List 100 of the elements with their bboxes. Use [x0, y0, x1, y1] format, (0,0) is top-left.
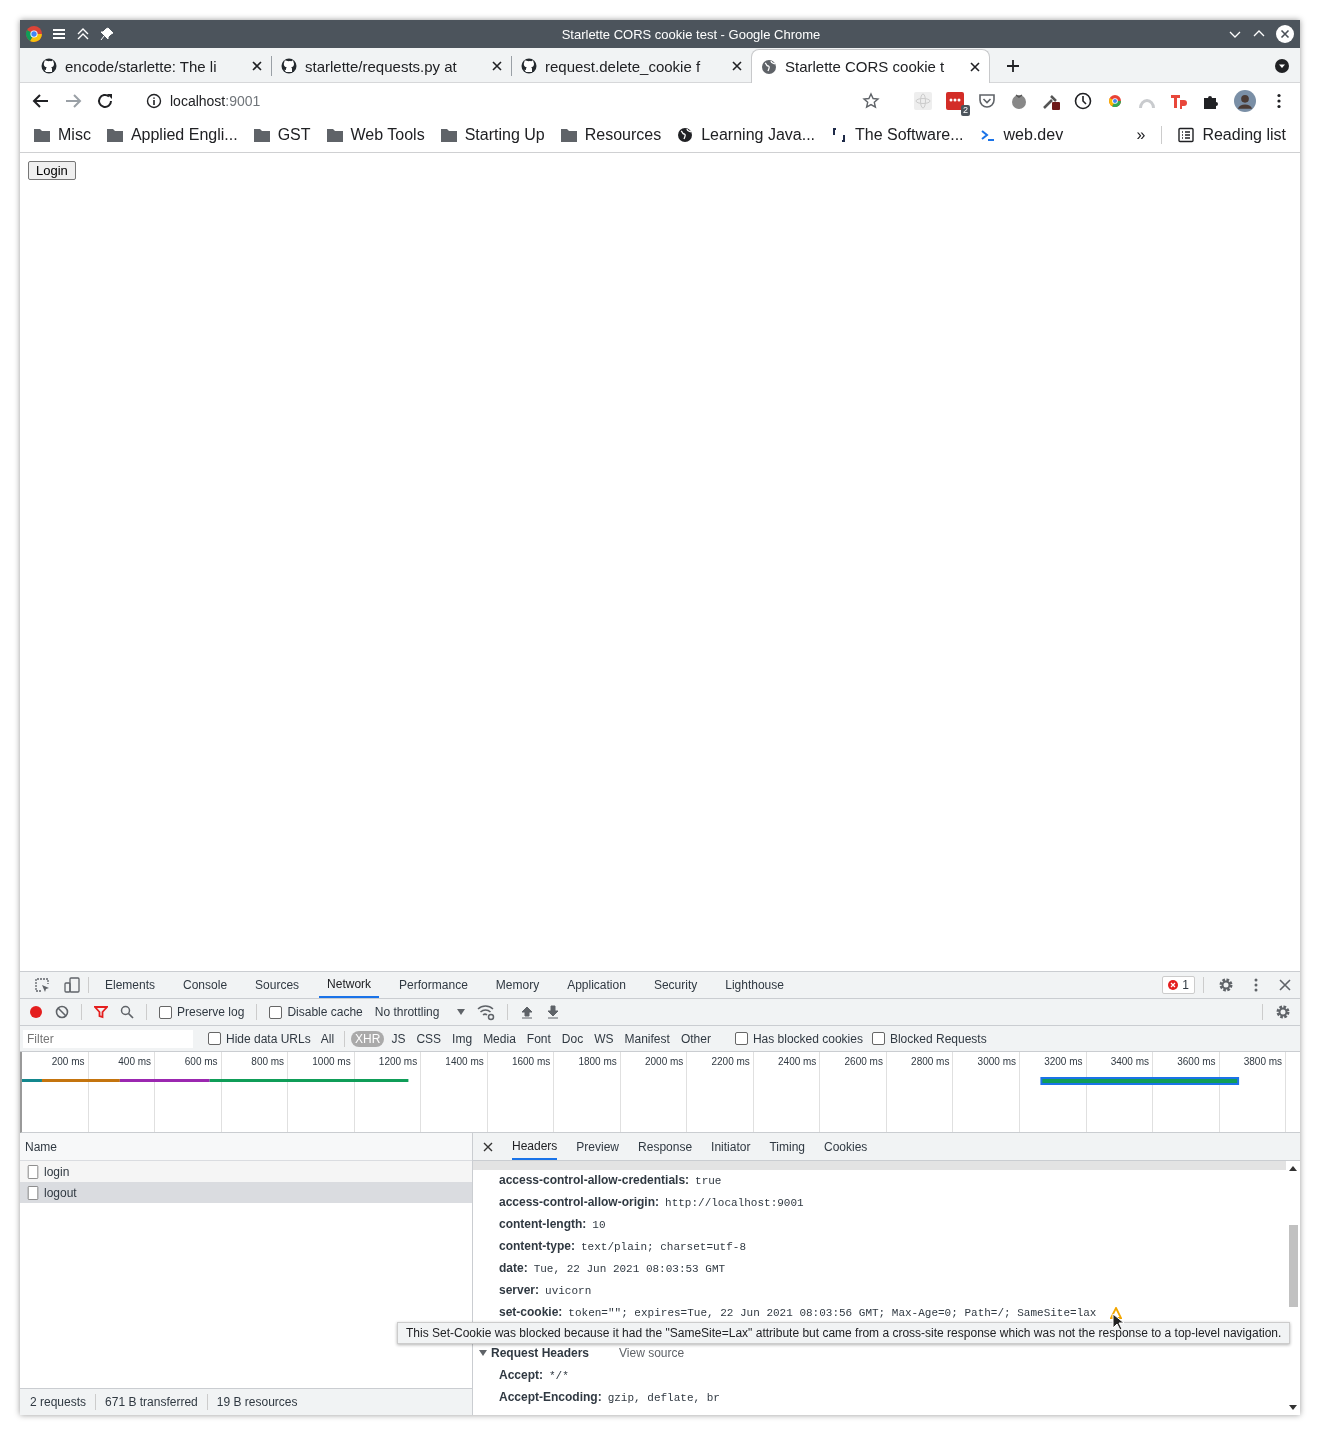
throttling-dropdown[interactable]: No throttling — [374, 1005, 466, 1019]
bookmark[interactable]: Misc — [34, 126, 91, 144]
bookmark[interactable]: The Software... — [831, 126, 964, 144]
upload-icon[interactable] — [520, 1005, 535, 1019]
header-name: content-type: — [499, 1238, 575, 1255]
close-icon[interactable] — [252, 61, 262, 71]
time-tick-label: 3800 ms — [1243, 1056, 1283, 1068]
hide-data-urls-checkbox[interactable]: Hide data URLs — [208, 1031, 311, 1046]
bookmark[interactable]: Web Tools — [326, 126, 425, 144]
bookmark[interactable]: Learning Java... — [677, 126, 816, 144]
wifi-settings-icon[interactable] — [477, 1003, 496, 1021]
inspect-icon[interactable] — [34, 977, 50, 993]
reading-list-button[interactable]: Reading list — [1178, 126, 1286, 144]
devtools-tab[interactable]: Sources — [247, 972, 308, 998]
settings-icon[interactable] — [1275, 1004, 1291, 1020]
scroll-down-icon[interactable] — [1289, 1403, 1297, 1411]
device-icon[interactable] — [64, 977, 80, 993]
detail-tab[interactable]: Cookies — [824, 1133, 868, 1160]
filter-icon[interactable] — [94, 1005, 108, 1019]
close-icon[interactable] — [732, 61, 742, 71]
type-filter[interactable]: WS — [590, 1030, 618, 1047]
filter-field[interactable]: Filter — [23, 1029, 193, 1048]
time-tick-label: 2600 ms — [844, 1056, 883, 1068]
star-icon[interactable] — [862, 91, 880, 110]
section-title[interactable]: Request Headers — [491, 1346, 590, 1360]
devtools-tab[interactable]: Memory — [487, 972, 548, 998]
bookmark[interactable]: GST — [253, 126, 311, 144]
address-bar[interactable]: localhost:9001 — [128, 86, 848, 115]
type-filter[interactable]: Font — [522, 1030, 555, 1047]
password-manager-icon[interactable] — [946, 91, 964, 110]
column-header[interactable]: Name — [25, 1139, 57, 1154]
time-tick-label: 3600 ms — [1177, 1056, 1216, 1068]
devtools-tab[interactable]: Security — [645, 972, 706, 998]
pin-icon[interactable] — [100, 27, 114, 41]
detail-tab[interactable]: Timing — [769, 1133, 805, 1160]
search-icon[interactable] — [120, 1005, 134, 1019]
bookmark[interactable]: Resources — [560, 126, 662, 144]
tab-search-icon[interactable] — [1274, 58, 1290, 74]
devtools-tab[interactable]: Performance — [391, 972, 476, 998]
double-chevron-up-icon[interactable] — [76, 27, 90, 41]
detail-tab[interactable]: Initiator — [711, 1133, 751, 1160]
type-filter[interactable]: CSS — [412, 1030, 446, 1047]
type-filter[interactable]: JS — [387, 1030, 410, 1047]
type-filter[interactable]: Other — [676, 1030, 715, 1047]
devtools-tab[interactable]: Elements — [97, 972, 164, 998]
bookmark[interactable]: web.dev — [979, 126, 1064, 144]
type-filter[interactable]: Manifest — [620, 1030, 674, 1047]
menu-icon[interactable] — [52, 27, 66, 41]
login-button[interactable]: Login — [28, 161, 76, 180]
detail-tab[interactable]: Response — [638, 1133, 693, 1160]
browser-tab[interactable]: Starlette CORS cookie t — [751, 49, 990, 83]
disable-cache-checkbox[interactable]: Disable cache — [269, 1005, 363, 1019]
scroll-up-icon[interactable] — [1289, 1165, 1297, 1173]
close-icon[interactable] — [1276, 25, 1294, 43]
close-icon[interactable] — [970, 61, 980, 72]
expand-arrow-icon[interactable] — [479, 1349, 487, 1357]
type-filter[interactable]: Doc — [557, 1030, 588, 1047]
header-name: Accept-Encoding: — [499, 1389, 602, 1406]
type-filter[interactable]: All — [316, 1030, 339, 1047]
type-filter[interactable]: Img — [448, 1030, 477, 1047]
clear-icon[interactable] — [55, 1005, 69, 1019]
close-icon[interactable] — [483, 1141, 493, 1152]
header-value: token=""; expires=Tue, 22 Jun 2021 08:03:56 GMT; Max-Age=0; Path=/; SameSite=lax — [568, 1306, 1097, 1321]
request-row[interactable]: login — [20, 1161, 472, 1182]
devtools-tab[interactable]: Application — [559, 972, 634, 998]
devtools-tab[interactable]: Console — [175, 972, 236, 998]
new-tab-icon[interactable] — [1006, 59, 1020, 73]
blocked-requests-checkbox[interactable]: Blocked Requests — [871, 1031, 987, 1046]
bookmark[interactable]: Applied Engli... — [106, 126, 238, 144]
tomato-icon[interactable] — [1010, 91, 1028, 110]
pocket-icon[interactable] — [978, 91, 996, 110]
more-bookmarks-button[interactable]: » — [1136, 126, 1146, 144]
time-tick-label: 3000 ms — [977, 1056, 1016, 1068]
view-source-link[interactable]: View source — [619, 1346, 685, 1360]
type-filter[interactable]: Media — [479, 1030, 520, 1047]
record-icon[interactable] — [29, 1005, 43, 1019]
browser-tab[interactable]: encode/starlette: The li — [32, 50, 271, 82]
detail-tab[interactable]: Preview — [576, 1133, 620, 1160]
blocked-cookies-checkbox[interactable]: Has blocked cookies — [734, 1031, 863, 1046]
warning-icon[interactable] — [1110, 1307, 1123, 1319]
avatar-icon[interactable] — [1234, 89, 1256, 112]
settings-icon[interactable] — [1218, 977, 1234, 993]
back-icon[interactable] — [32, 91, 50, 110]
time-tick-label: 1200 ms — [378, 1056, 418, 1068]
browser-tab[interactable]: request.delete_cookie f — [512, 50, 751, 82]
request-row[interactable]: logout — [20, 1182, 472, 1203]
scroll-thumb[interactable] — [1288, 1225, 1298, 1307]
close-icon[interactable] — [492, 61, 502, 71]
header-value: http://localhost:9001 — [665, 1196, 804, 1211]
forward-icon[interactable] — [64, 91, 82, 110]
clock-icon[interactable] — [1074, 91, 1092, 110]
error-count-badge[interactable]: 1 — [1162, 976, 1195, 994]
devtools-tab[interactable]: Lighthouse — [717, 972, 792, 998]
reload-icon[interactable] — [96, 91, 114, 110]
prompt-icon — [979, 127, 996, 143]
preserve-log-checkbox[interactable]: Preserve log — [159, 1005, 245, 1019]
bookmark[interactable]: Starting Up — [440, 126, 545, 144]
browser-tab[interactable]: starlette/requests.py at — [272, 50, 511, 82]
download-icon[interactable] — [546, 1005, 561, 1019]
time-tick-label: 3400 ms — [1110, 1056, 1150, 1068]
